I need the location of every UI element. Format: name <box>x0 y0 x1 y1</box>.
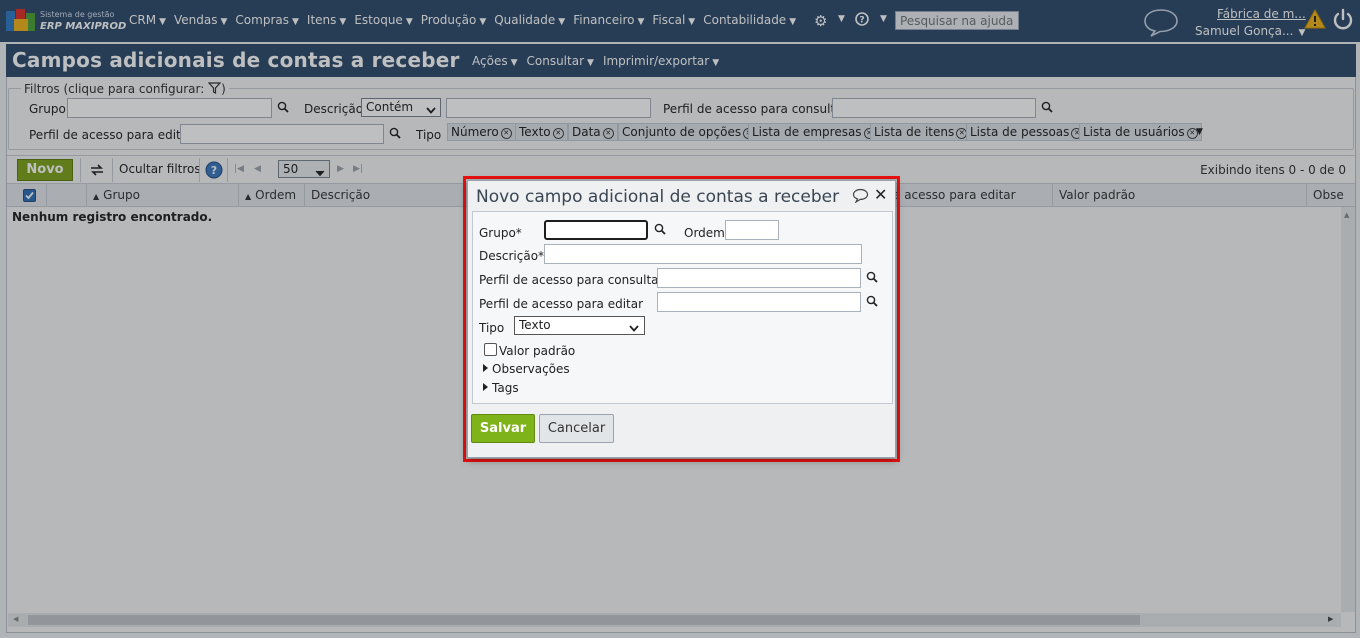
triangle-right-icon[interactable] <box>483 383 488 391</box>
new-field-dialog: Novo campo adicional de contas a receber… <box>467 180 896 458</box>
dialog-title: Novo campo adicional de contas a receber <box>476 187 840 207</box>
triangle-right-icon[interactable] <box>483 364 488 372</box>
descricao-input[interactable] <box>544 244 862 264</box>
search-icon[interactable] <box>654 223 668 237</box>
perfil-consultar-label: Perfil de acesso para consultar <box>479 273 664 287</box>
ordem-input[interactable] <box>725 220 779 240</box>
tags-toggle[interactable]: Tags <box>492 381 519 395</box>
grupo-input[interactable] <box>544 220 648 240</box>
perfil-editar-input[interactable] <box>657 292 861 312</box>
comment-icon[interactable] <box>852 188 869 206</box>
valor-padrao-checkbox[interactable] <box>484 343 497 356</box>
valor-padrao-label: Valor padrão <box>499 344 576 358</box>
tipo-label: Tipo <box>479 321 505 335</box>
search-icon[interactable] <box>866 295 880 309</box>
ordem-label: Ordem <box>684 226 725 240</box>
perfil-editar-label: Perfil de acesso para editar <box>479 297 644 311</box>
observacoes-toggle[interactable]: Observações <box>492 362 570 376</box>
descricao-label: Descrição* <box>479 249 545 263</box>
perfil-consultar-input[interactable] <box>657 268 861 288</box>
save-button[interactable]: Salvar <box>471 414 535 443</box>
grupo-label: Grupo* <box>479 226 522 240</box>
cancel-button[interactable]: Cancelar <box>539 414 614 443</box>
dialog-form: Grupo* Ordem Descrição* Perfil de acesso… <box>472 211 893 404</box>
chevron-down-icon <box>629 321 639 335</box>
tipo-select[interactable]: Texto <box>514 316 645 335</box>
search-icon[interactable] <box>866 271 880 285</box>
close-icon[interactable]: ✕ <box>874 185 887 204</box>
